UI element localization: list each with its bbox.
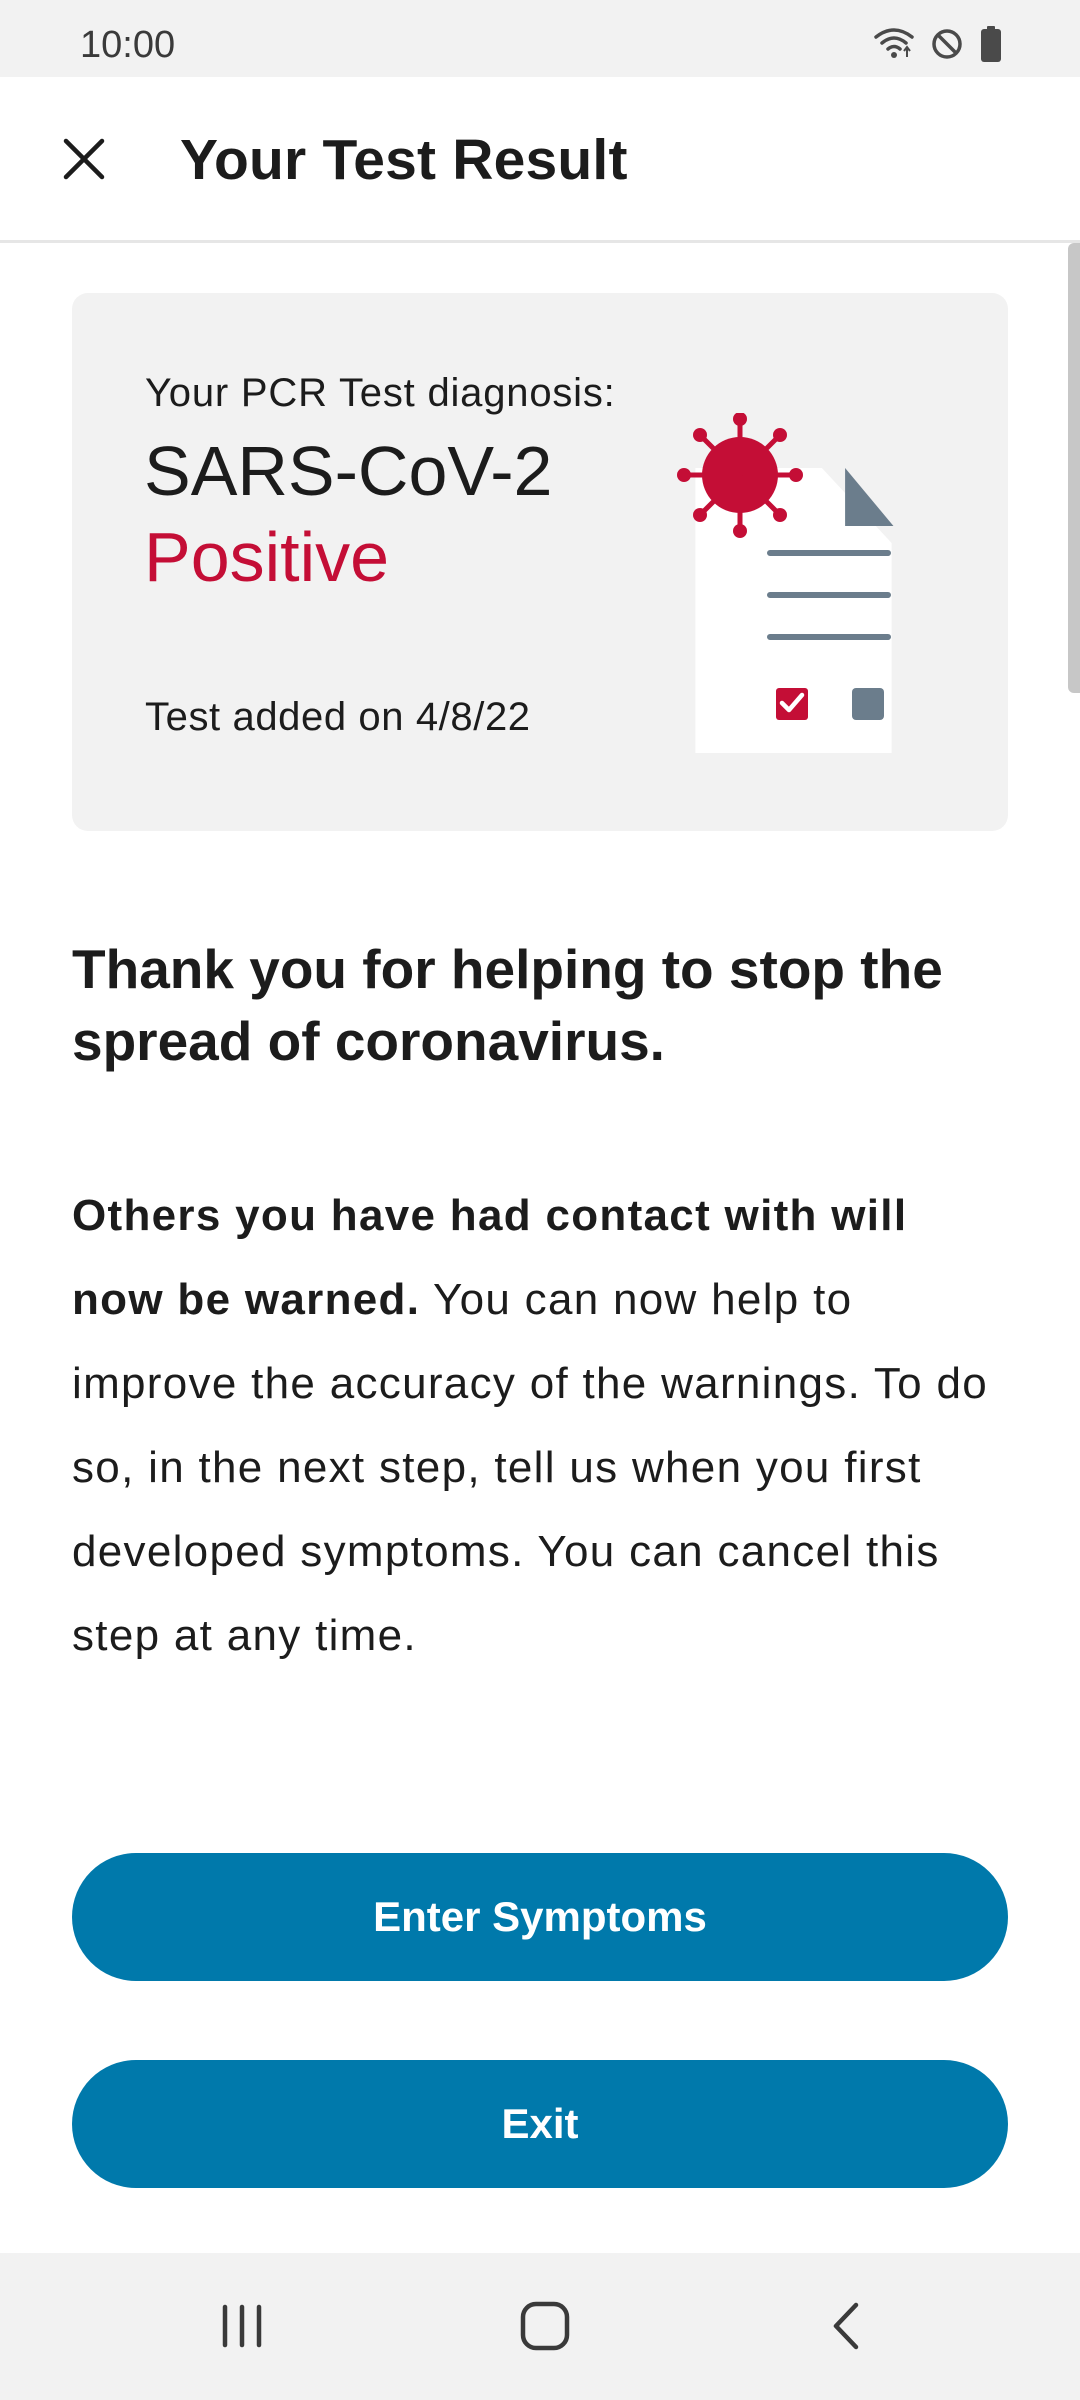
back-button[interactable] [806,2293,886,2363]
page-title: Your Test Result [180,128,628,192]
recent-apps-button[interactable] [202,2293,282,2363]
thank-you-headline: Thank you for helping to stop the spread… [72,938,943,1072]
virus-icon [677,412,803,538]
close-icon [60,135,108,188]
exit-button[interactable]: Exit [72,2060,1008,2188]
enter-symptoms-button[interactable]: Enter Symptoms [72,1853,1008,1981]
info-paragraph-rest: You can now help to improve the accuracy… [72,1275,988,1660]
wifi-icon [874,27,914,66]
app-bar: Your Test Result [0,77,1080,243]
scrollbar[interactable] [1068,243,1080,693]
back-icon [826,2301,866,2356]
pathogen-name: SARS-CoV-2 [144,432,553,510]
close-button[interactable] [50,127,118,195]
test-result-card: Your PCR Test diagnosis: SARS-CoV-2 Posi… [72,293,1008,831]
status-bar: 10:00 [0,0,1080,77]
battery-icon [980,25,1002,67]
checkbox-checked-icon [776,688,808,720]
status-icons [874,25,1002,67]
system-nav-bar [0,2253,1080,2400]
home-button[interactable] [505,2293,585,2363]
recent-apps-icon [217,2303,267,2354]
test-date: Test added on 4/8/22 [145,695,531,739]
test-result-illustration [612,412,912,758]
status-time: 10:00 [80,24,176,66]
info-paragraph: Others you have had contact with will no… [72,1174,1008,1678]
diagnosis-label: Your PCR Test diagnosis: [145,371,616,415]
checkbox-empty-icon [852,688,884,720]
do-not-disturb-icon [930,27,964,66]
home-icon [519,2300,571,2357]
result-status: Positive [144,518,390,596]
